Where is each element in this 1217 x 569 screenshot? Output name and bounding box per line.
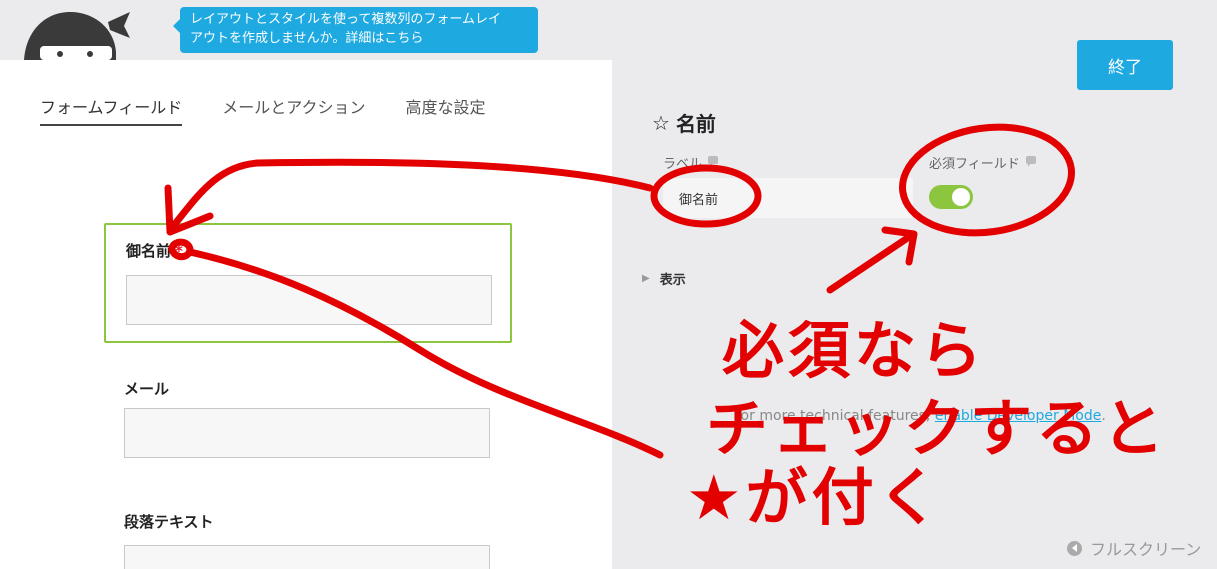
field-label-paragraph: 段落テキスト xyxy=(124,513,214,531)
field-label-name: 御名前 * xyxy=(126,240,183,261)
toggle-knob xyxy=(952,188,970,206)
field-email-block[interactable]: メール xyxy=(104,360,512,480)
required-caption-text: 必須フィールド xyxy=(929,157,1020,172)
annotation-line-1: 必須なら xyxy=(722,314,987,387)
tab-emails-actions[interactable]: メールとアクション xyxy=(222,94,365,126)
caret-right-icon: ▶ xyxy=(642,273,650,284)
arrow-left-circle-icon xyxy=(1067,540,1082,556)
field-label-name-text: 御名前 xyxy=(126,242,172,260)
fullscreen-label: フルスクリーン xyxy=(1090,540,1202,559)
tooltip-line-1: レイアウトとスタイルを使って複数列のフォームレイ xyxy=(190,12,501,27)
paragraph-input-preview[interactable] xyxy=(124,545,490,569)
required-setting-caption: 必須フィールド xyxy=(929,153,1036,172)
help-bubble-icon[interactable] xyxy=(708,155,719,167)
circle-required-toggle xyxy=(899,123,1075,237)
name-input-preview[interactable] xyxy=(126,275,492,325)
display-section-label: 表示 xyxy=(659,273,686,288)
label-text-input[interactable]: 御名前 xyxy=(663,178,913,218)
help-bubble-icon[interactable] xyxy=(1025,155,1036,167)
star-icon: ☆ xyxy=(652,110,670,135)
required-asterisk: * xyxy=(175,242,183,260)
tab-form-fields[interactable]: フォームフィールド xyxy=(40,94,183,126)
arrow-to-toggle xyxy=(826,226,918,294)
tab-advanced[interactable]: 高度な設定 xyxy=(405,94,485,126)
field-settings-title: ☆ 名前 xyxy=(652,108,716,137)
form-builder-panel: フォームフィールド メールとアクション 高度な設定 御名前 * メール 段落テキス… xyxy=(0,60,612,569)
ninja-logo-icon xyxy=(24,12,130,60)
builder-tabs: フォームフィールド メールとアクション 高度な設定 xyxy=(40,94,525,126)
field-label-email: メール xyxy=(124,380,170,398)
fullscreen-button[interactable]: フルスクリーン xyxy=(1067,536,1201,560)
annotation-line-3: ★が付く xyxy=(686,461,944,534)
tooltip-line-2: アウトを作成しませんか。詳細はこちら xyxy=(190,31,424,46)
field-name-block[interactable]: 御名前 * xyxy=(104,223,512,343)
done-button[interactable]: 終了 xyxy=(1077,40,1173,90)
label-setting-caption: ラベル xyxy=(663,153,719,172)
label-caption-text: ラベル xyxy=(663,157,703,172)
required-field-toggle[interactable] xyxy=(929,185,973,209)
layout-tooltip[interactable]: レイアウトとスタイルを使って複数列のフォームレイ アウトを作成しませんか。詳細は… xyxy=(173,7,538,53)
display-section-toggle[interactable]: ▶ 表示 xyxy=(642,269,686,288)
email-input-preview[interactable] xyxy=(124,408,490,458)
field-paragraph-block[interactable]: 段落テキスト xyxy=(104,495,512,569)
field-settings-title-text: 名前 xyxy=(675,112,716,136)
